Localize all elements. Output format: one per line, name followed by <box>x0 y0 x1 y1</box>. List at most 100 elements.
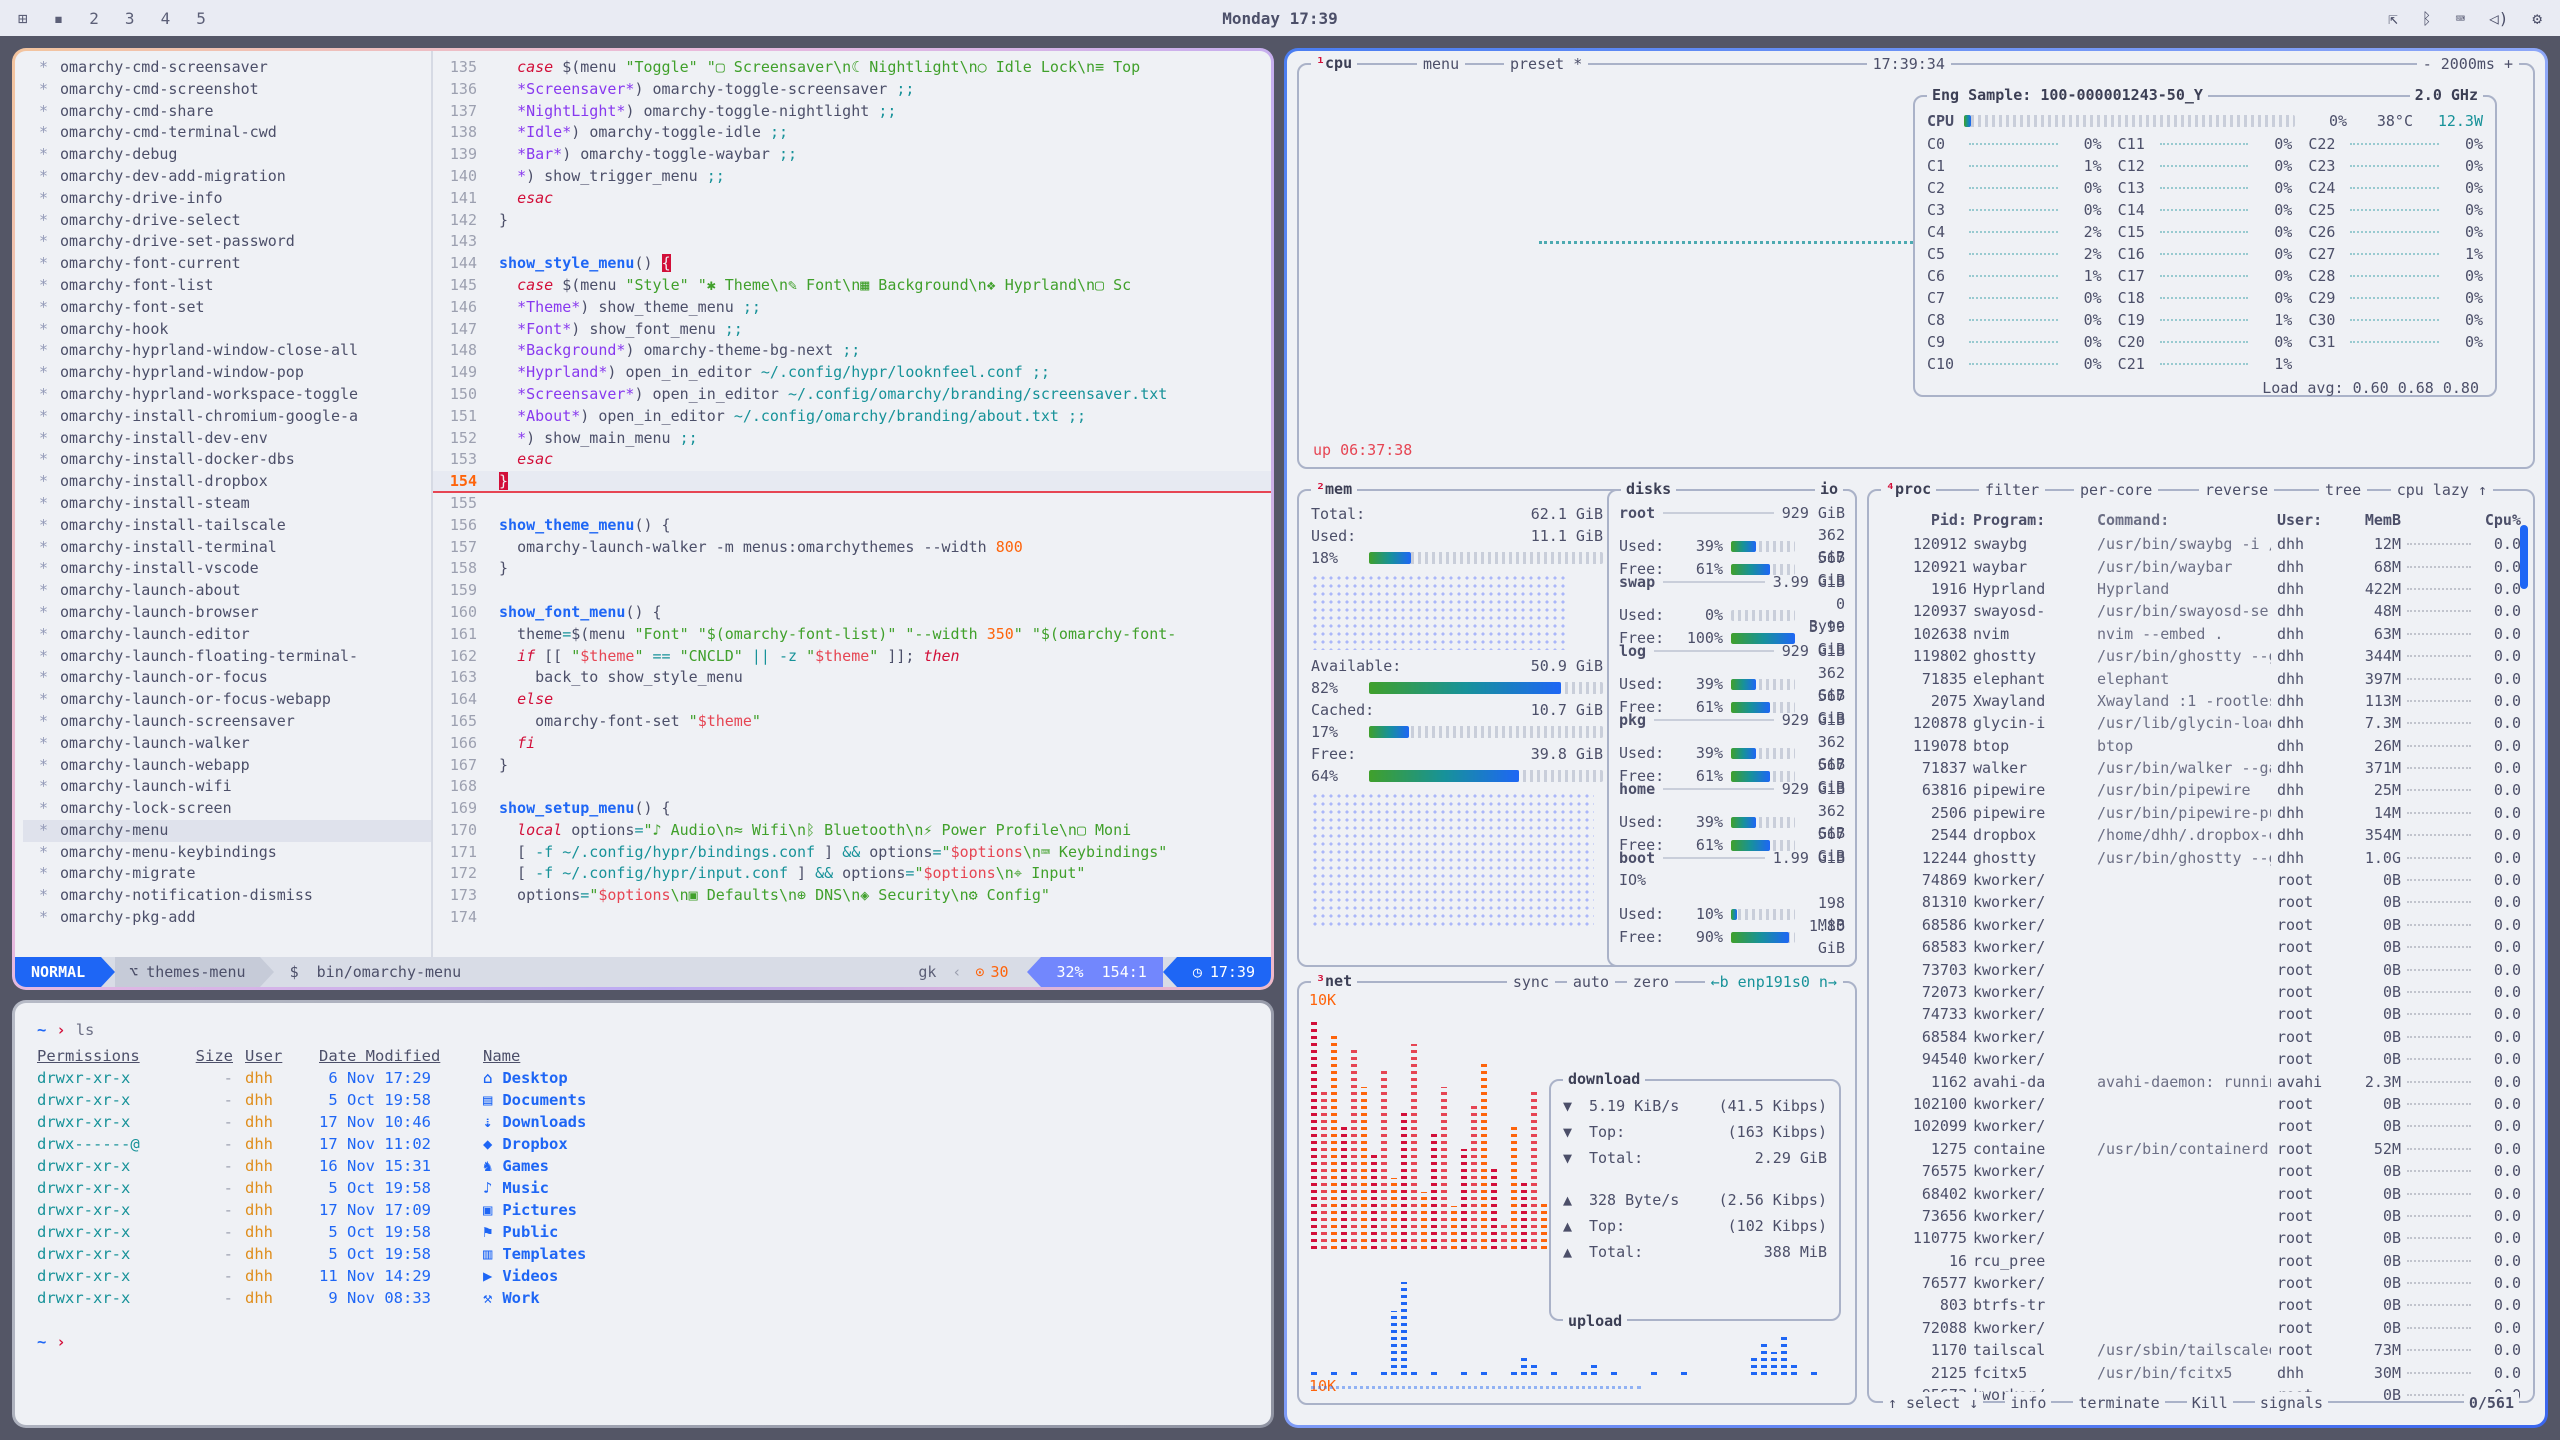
file-list-item[interactable]: *omarchy-install-terminal <box>23 537 431 559</box>
file-list-item[interactable]: *omarchy-install-docker-dbs <box>23 449 431 471</box>
file-list-item[interactable]: *omarchy-drive-set-password <box>23 231 431 253</box>
tree-button[interactable]: tree <box>2319 479 2367 501</box>
footer-action-0[interactable]: ↑ select ↓ <box>1883 1392 1983 1414</box>
workspace-icon-apps[interactable]: ⊞ <box>18 9 28 28</box>
process-row[interactable]: 119802ghostty/usr/bin/ghostty --gtk-dhh3… <box>1881 645 2521 667</box>
prompt-line[interactable]: ~› <box>37 1331 1249 1353</box>
process-row[interactable]: 102638nvimnvim --embed .dhh63M0.0 <box>1881 623 2521 645</box>
header-mem[interactable]: MemB <box>2345 509 2401 531</box>
workspace-4[interactable]: 4 <box>161 9 171 28</box>
process-row[interactable]: 81310kworker/root0B0.0 <box>1881 891 2521 913</box>
file-list-item[interactable]: *omarchy-launch-or-focus-webapp <box>23 689 431 711</box>
process-row[interactable]: 1162avahi-daavahi-daemon: running [avahi… <box>1881 1070 2521 1092</box>
file-list-item[interactable]: *omarchy-cmd-terminal-cwd <box>23 122 431 144</box>
process-row[interactable]: 102100kworker/root0B0.0 <box>1881 1093 2521 1115</box>
process-row[interactable]: 71837walker/usr/bin/walker --gappldhh371… <box>1881 757 2521 779</box>
process-row[interactable]: 72088kworker/root0B0.0 <box>1881 1317 2521 1339</box>
file-list-item[interactable]: *omarchy-font-list <box>23 275 431 297</box>
net-interface-selector[interactable]: ←b enp191s0 n→ <box>1705 971 1843 993</box>
file-list-item[interactable]: *omarchy-install-dev-env <box>23 428 431 450</box>
file-list-item[interactable]: *omarchy-cmd-screenshot <box>23 79 431 101</box>
file-list-item[interactable]: *omarchy-hook <box>23 319 431 341</box>
process-row[interactable]: 74733kworker/root0B0.0 <box>1881 1003 2521 1025</box>
workspace-2[interactable]: 2 <box>89 9 99 28</box>
file-list-item[interactable]: *omarchy-debug <box>23 144 431 166</box>
header-user[interactable]: User: <box>2277 509 2339 531</box>
file-list-item[interactable]: *omarchy-drive-select <box>23 210 431 232</box>
file-list-item[interactable]: *omarchy-drive-info <box>23 188 431 210</box>
net-auto-button[interactable]: auto <box>1567 971 1615 993</box>
footer-action-1[interactable]: info <box>2005 1392 2051 1414</box>
process-row[interactable]: 72073kworker/root0B0.0 <box>1881 981 2521 1003</box>
settings-icon[interactable]: ⚙ <box>2532 9 2542 28</box>
process-row[interactable]: 68583kworker/root0B0.0 <box>1881 936 2521 958</box>
io-title[interactable]: io <box>1815 478 1843 500</box>
process-row[interactable]: 63816pipewire/usr/bin/pipewiredhh25M0.0 <box>1881 779 2521 801</box>
footer-action-4[interactable]: signals <box>2255 1392 2328 1414</box>
file-list-item[interactable]: *omarchy-dev-add-migration <box>23 166 431 188</box>
header-cpu[interactable]: Cpu% <box>2477 509 2521 531</box>
file-list-item[interactable]: *omarchy-install-tailscale <box>23 515 431 537</box>
update-interval-control[interactable]: - 2000ms + <box>2417 53 2519 75</box>
process-row[interactable]: 2544dropbox/home/dhh/.dropbox-distdhh354… <box>1881 824 2521 846</box>
bluetooth-icon[interactable]: ᛒ <box>2422 9 2432 28</box>
header-command[interactable]: Command: <box>2097 509 2271 531</box>
process-row[interactable]: 68402kworker/root0B0.0 <box>1881 1182 2521 1204</box>
keyboard-icon[interactable]: ⌨ <box>2455 9 2465 28</box>
preset-button[interactable]: preset * <box>1504 53 1588 75</box>
file-list-item[interactable]: *omarchy-cmd-screensaver <box>23 57 431 79</box>
workspace-3[interactable]: 3 <box>125 9 135 28</box>
file-list-item[interactable]: *omarchy-install-vscode <box>23 558 431 580</box>
file-list-item[interactable]: *omarchy-launch-walker <box>23 733 431 755</box>
process-row[interactable]: 2075XwaylandXwayland :1 -rootless -dhh11… <box>1881 690 2521 712</box>
net-zero-button[interactable]: zero <box>1627 971 1675 993</box>
file-list-item[interactable]: *omarchy-font-set <box>23 297 431 319</box>
footer-action-2[interactable]: terminate <box>2073 1392 2164 1414</box>
process-row[interactable]: 2125fcitx5/usr/bin/fcitx5dhh30M0.0 <box>1881 1361 2521 1383</box>
file-list-item[interactable]: *omarchy-install-chromium-google-a <box>23 406 431 428</box>
reverse-button[interactable]: reverse <box>2199 479 2274 501</box>
process-row[interactable]: 1275containe/usr/bin/containerdroot52M0.… <box>1881 1138 2521 1160</box>
process-row[interactable]: 102099kworker/root0B0.0 <box>1881 1115 2521 1137</box>
process-row[interactable]: 120937swayosd-/usr/bin/swayosd-serverdhh… <box>1881 600 2521 622</box>
process-row[interactable]: 2506pipewire/usr/bin/pipewire-pulsedhh14… <box>1881 802 2521 824</box>
file-list-item[interactable]: *omarchy-lock-screen <box>23 798 431 820</box>
file-list-item[interactable]: *omarchy-launch-floating-terminal- <box>23 646 431 668</box>
file-list-item[interactable]: *omarchy-hyprland-workspace-toggle <box>23 384 431 406</box>
file-list-item[interactable]: *omarchy-launch-or-focus <box>23 667 431 689</box>
file-list-item[interactable]: *omarchy-cmd-share <box>23 101 431 123</box>
process-row[interactable]: 68584kworker/root0B0.0 <box>1881 1026 2521 1048</box>
process-row[interactable]: 1916HyprlandHyprlanddhh422M0.0 <box>1881 578 2521 600</box>
process-row[interactable]: 110775kworker/root0B0.0 <box>1881 1227 2521 1249</box>
header-program[interactable]: Program: <box>1973 509 2091 531</box>
filter-button[interactable]: filter <box>1979 479 2045 501</box>
net-sync-button[interactable]: sync <box>1507 971 1555 993</box>
scrollbar[interactable] <box>2520 525 2528 589</box>
volume-icon[interactable]: ◁) <box>2489 9 2508 28</box>
footer-action-3[interactable]: Kill <box>2187 1392 2233 1414</box>
file-list-item[interactable]: *omarchy-migrate <box>23 863 431 885</box>
file-list-item[interactable]: *omarchy-font-current <box>23 253 431 275</box>
file-list-item[interactable]: *omarchy-launch-webapp <box>23 755 431 777</box>
process-row[interactable]: 12244ghostty/usr/bin/ghostty --gtk-dhh1.… <box>1881 846 2521 868</box>
file-list-item[interactable]: *omarchy-menu <box>23 820 431 842</box>
per-core-button[interactable]: per-core <box>2074 479 2158 501</box>
process-row[interactable]: 16rcu_preeroot0B0.0 <box>1881 1250 2521 1272</box>
process-row[interactable]: 120912swaybg/usr/bin/swaybg -i /homdhh12… <box>1881 533 2521 555</box>
process-row[interactable]: 68586kworker/root0B0.0 <box>1881 914 2521 936</box>
process-row[interactable]: 120878glycin-i/usr/lib/glycin-loadersdhh… <box>1881 712 2521 734</box>
file-list-item[interactable]: *omarchy-install-steam <box>23 493 431 515</box>
process-row[interactable]: 803btrfs-trroot0B0.0 <box>1881 1294 2521 1316</box>
terminal-output[interactable]: ~›ls Permissions Size User Date Modified… <box>15 1003 1271 1369</box>
file-list-item[interactable]: *omarchy-launch-editor <box>23 624 431 646</box>
file-list-item[interactable]: *omarchy-install-dropbox <box>23 471 431 493</box>
file-list-item[interactable]: *omarchy-launch-about <box>23 580 431 602</box>
process-row[interactable]: 119078btopbtopdhh26M0.0 <box>1881 735 2521 757</box>
file-list-item[interactable]: *omarchy-launch-screensaver <box>23 711 431 733</box>
screencast-icon[interactable]: ⇱ <box>2388 9 2398 28</box>
process-row[interactable]: 71835elephantelephantdhh397M0.0 <box>1881 667 2521 689</box>
workspace-5[interactable]: 5 <box>196 9 206 28</box>
file-list-item[interactable]: *omarchy-hyprland-window-close-all <box>23 340 431 362</box>
sort-selector[interactable]: cpu lazy ↑ <box>2391 479 2493 501</box>
process-row[interactable]: 73703kworker/root0B0.0 <box>1881 958 2521 980</box>
